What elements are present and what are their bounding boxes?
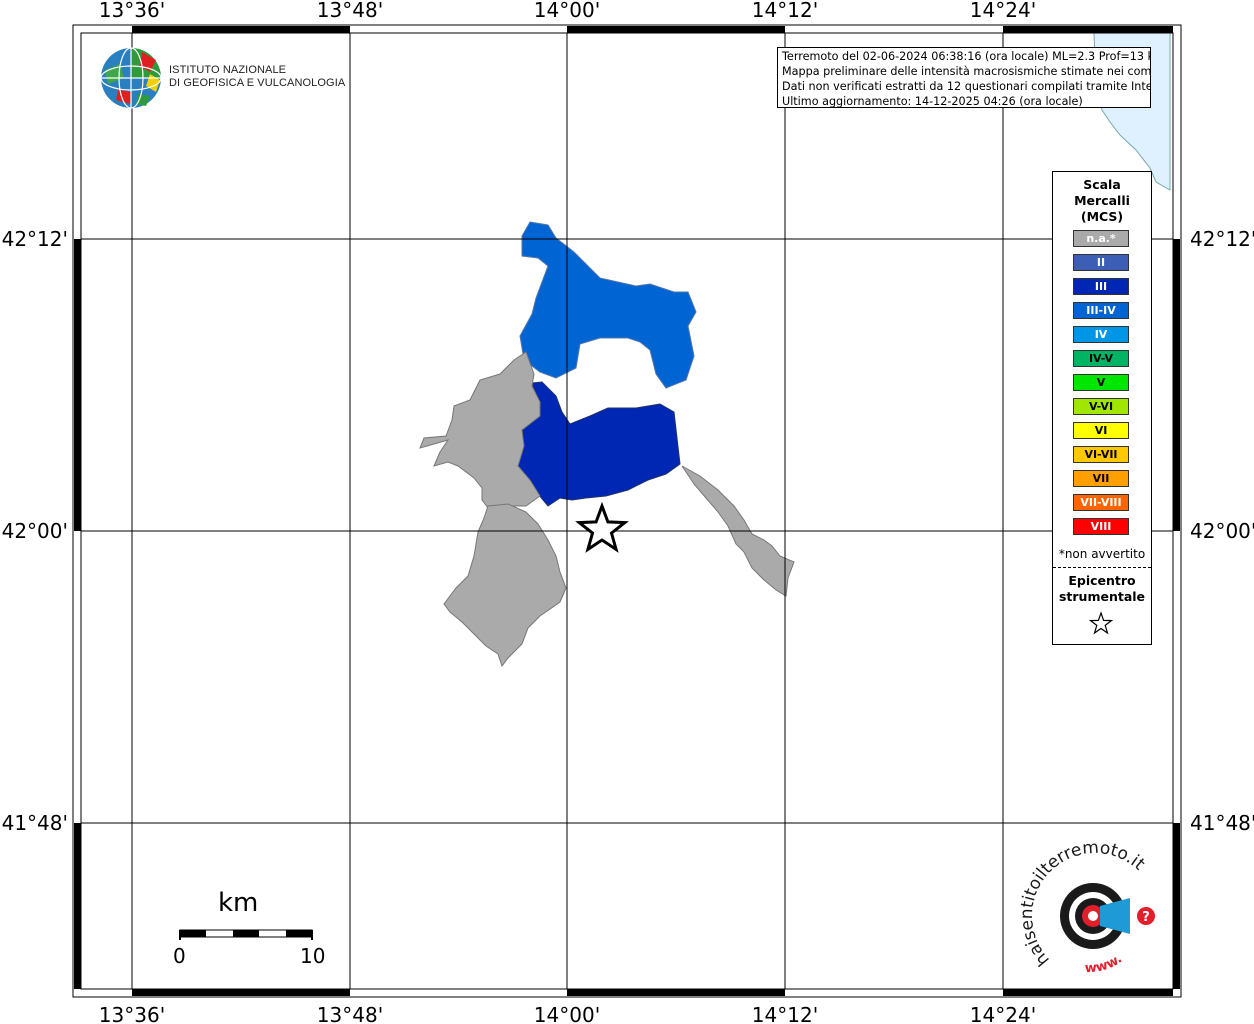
lon-label-bottom-3: 14°00': [534, 1003, 600, 1024]
legend-separator: [1053, 567, 1151, 568]
municipality-na-2: [443, 503, 567, 668]
info-line4: Ultimo aggiornamento: 14-12-2025 04:26 (…: [782, 95, 1083, 108]
lon-label-bottom-1: 13°36': [99, 1003, 165, 1024]
legend-item: IV: [1073, 326, 1129, 343]
lon-label-top-1: 13°36': [99, 0, 165, 22]
mcs-legend: Scala Mercalli (MCS) n.a.* II III III-IV IV I…: [1052, 171, 1152, 645]
legend-item: VI: [1073, 422, 1129, 439]
legend-epicenter-line1: Epicentro: [1068, 573, 1136, 588]
legend-item: IV-V: [1073, 350, 1129, 367]
ingv-logo-text: ISTITUTO NAZIONALE DI GEOFISICA E VULCAN…: [169, 64, 345, 90]
lat-label-left-1: 42°12': [2, 227, 68, 251]
info-line1: Terremoto del 02-06-2024 06:38:16 (ora l…: [782, 50, 1151, 63]
lon-label-top-3: 14°00': [534, 0, 600, 22]
lat-label-right-2: 42°00': [1190, 519, 1254, 543]
lat-label-right-1: 42°12': [1190, 227, 1254, 251]
info-line3: Dati non verificati estratti da 12 quest…: [782, 80, 1151, 93]
info-line2: Mappa preliminare delle intensità macros…: [782, 65, 1151, 78]
ingv-line1: ISTITUTO NAZIONALE: [169, 64, 287, 76]
lon-label-top-5: 14°24': [970, 0, 1036, 22]
map-frame: [72, 24, 1182, 998]
lon-label-bottom-2: 13°48': [317, 1003, 383, 1024]
legend-epicenter-label: Epicentro strumentale: [1053, 573, 1151, 605]
legend-title-line1: Scala: [1083, 177, 1121, 192]
scale-bar: [179, 929, 313, 940]
municipality-iii-iv: [519, 221, 697, 389]
municipality-iii: [517, 381, 681, 507]
svg-text:?: ?: [1142, 910, 1150, 925]
legend-title-line3: (MCS): [1080, 209, 1124, 224]
ingv-line2: DI GEOFISICA E VULCANOLOGIA: [169, 77, 346, 89]
legend-item: III: [1073, 278, 1129, 295]
lon-label-bottom-4: 14°12': [752, 1003, 818, 1024]
lat-label-left-2: 42°00': [2, 519, 68, 543]
haisentito-logo-icon: ?: [1060, 883, 1155, 949]
legend-star-icon: [1088, 611, 1114, 635]
legend-item: II: [1073, 254, 1129, 271]
lat-label-left-3: 41°48': [2, 811, 68, 835]
legend-item: III-IV: [1073, 302, 1129, 319]
lon-label-bottom-5: 14°24': [970, 1003, 1036, 1024]
lon-label-top-4: 14°12': [752, 0, 818, 22]
legend-note: *non avvertito: [1058, 547, 1146, 561]
ingv-logo-icon: [100, 47, 162, 109]
municipality-na-1: [419, 351, 541, 509]
legend-epicenter-line2: strumentale: [1058, 589, 1146, 604]
legend-title: Scala Mercalli (MCS): [1053, 177, 1151, 225]
legend-item: n.a.*: [1073, 230, 1129, 247]
watermark-www: www.: [1084, 952, 1125, 977]
event-info-box: Terremoto del 02-06-2024 06:38:16 (ora l…: [777, 47, 1151, 108]
legend-item: VIII: [1073, 518, 1129, 535]
graticule: [81, 33, 1173, 989]
scale-min-label: 0: [173, 944, 186, 968]
scale-unit: km: [218, 888, 259, 918]
scale-max-label: 10: [300, 944, 326, 968]
epicenter-star-icon: [575, 501, 629, 553]
lon-label-top-2: 13°48': [317, 0, 383, 22]
legend-item: VII-VIII: [1073, 494, 1129, 511]
legend-item: V-VI: [1073, 398, 1129, 415]
legend-item: VII: [1073, 470, 1129, 487]
legend-title-line2: Mercalli: [1074, 193, 1130, 208]
legend-item: VI-VII: [1073, 446, 1129, 463]
lat-label-right-3: 41°48': [1190, 811, 1254, 835]
legend-item: V: [1073, 374, 1129, 391]
